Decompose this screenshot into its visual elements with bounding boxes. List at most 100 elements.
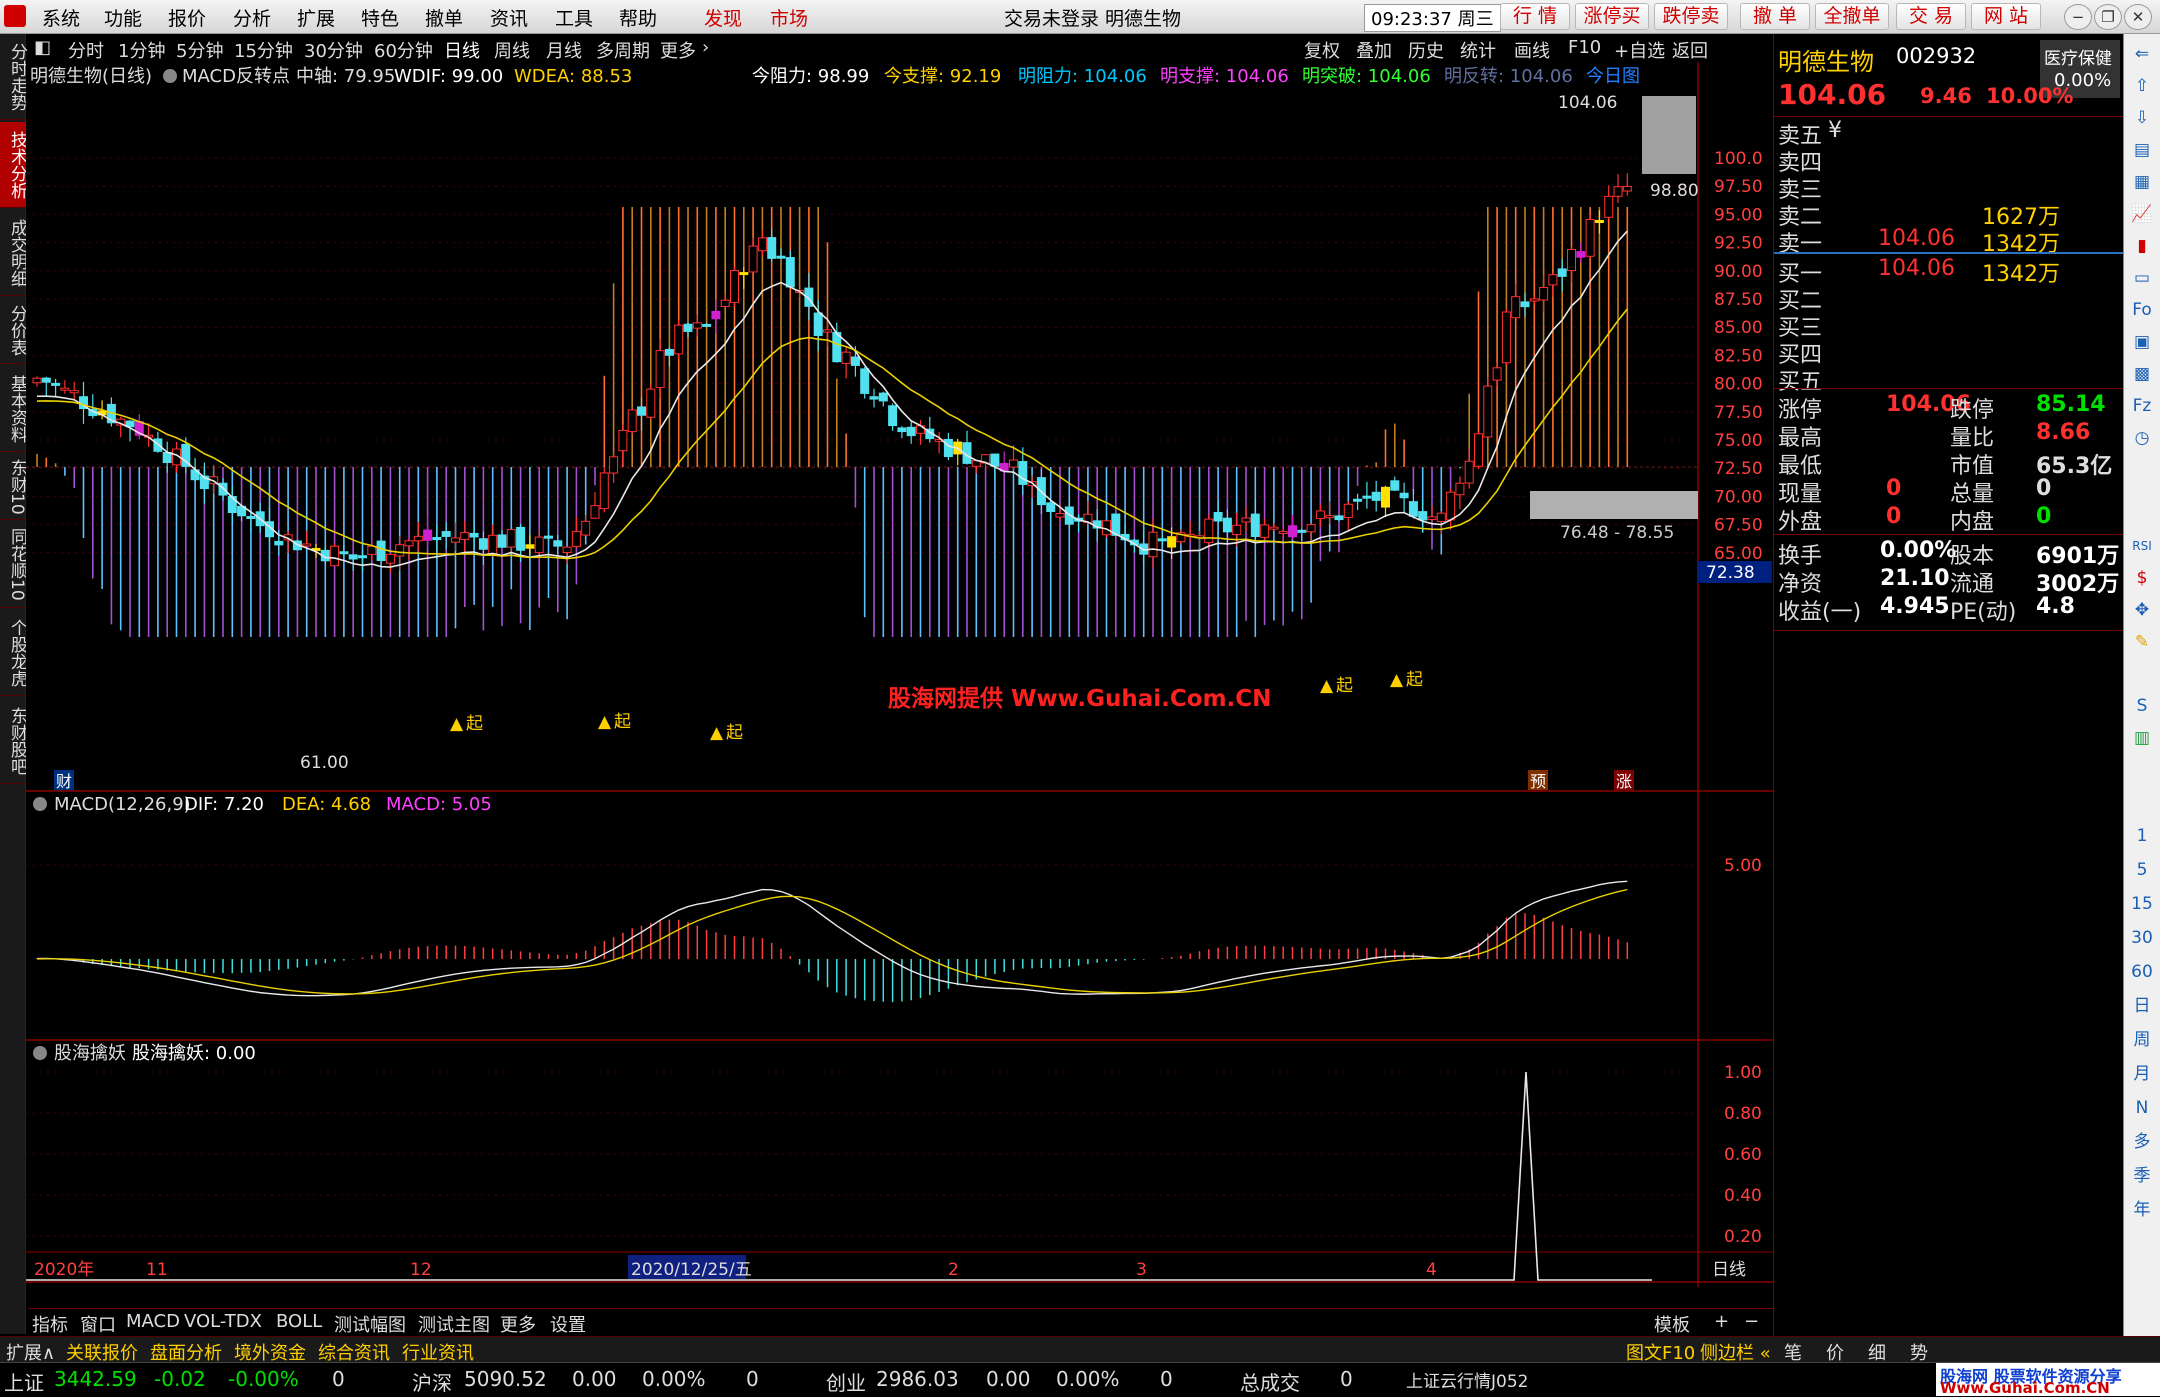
tool-indicator[interactable]: 指标 [32,1311,68,1337]
period-daily[interactable]: 日线 [444,37,480,63]
arrow-down-icon[interactable]: ⇩ [2130,106,2154,130]
tool-vol-tdx[interactable]: VOL-TDX [184,1311,262,1332]
quick-cancel-all-button[interactable]: 全撤单 [1815,3,1889,30]
arrow-left-icon[interactable]: ⇐ [2130,42,2154,66]
minimize-icon[interactable]: − [2064,4,2092,30]
tool-minus[interactable]: − [1744,1311,1759,1332]
menu-discover[interactable]: 发现 [704,4,742,31]
chevron-right-icon[interactable]: › [702,37,709,58]
quick-quote-button[interactable]: 行 情 [1500,3,1570,30]
quick-limit-down-sell-button[interactable]: 跌停卖 [1654,3,1728,30]
tool-more[interactable]: 更多 [500,1311,536,1337]
close-icon[interactable]: ✕ [2124,4,2152,30]
toggle-icon[interactable]: ◧ [34,37,51,58]
menu-function[interactable]: 功能 [104,4,142,31]
tool-test-sub[interactable]: 测试幅图 [334,1311,406,1337]
doc-icon[interactable]: ▭ [2130,266,2154,290]
tab-trades[interactable]: 成交明细 [0,210,27,296]
tab-dongcai10[interactable]: 东财10 [0,454,27,520]
tab-price-table[interactable]: 分价表 [0,298,27,364]
period-shortcut[interactable]: 月 [2130,1062,2154,1086]
menu-analysis[interactable]: 分析 [233,4,271,31]
restore-icon[interactable]: ❐ [2094,4,2122,30]
menu-help[interactable]: 帮助 [619,4,657,31]
tool-settings[interactable]: 设置 [550,1311,586,1337]
dollar-icon[interactable]: $ [2130,566,2154,590]
candle-body [1288,525,1297,538]
tab-stock-forum[interactable]: 东财股吧 [0,698,27,784]
tool-add-watchlist[interactable]: +自选 [1614,37,1665,63]
tab-tonghuashun10[interactable]: 同花顺10 [0,522,27,608]
news-icon[interactable]: ▩ [2130,362,2154,386]
menu-market[interactable]: 市场 [770,4,808,31]
grid-icon[interactable]: ▣ [2130,330,2154,354]
period-60min[interactable]: 60分钟 [374,37,433,63]
period-shortcut[interactable]: N [2130,1096,2154,1120]
quick-website-button[interactable]: 网 站 [1971,3,2041,30]
period-shortcut[interactable]: 日 [2130,994,2154,1018]
tab-profile[interactable]: 基本资料 [0,366,27,452]
kline-icon[interactable]: ▮ [2130,234,2154,258]
period-shortcut[interactable]: 60 [2130,960,2154,984]
tool-f10[interactable]: F10 [1568,37,1601,58]
tool-test-main[interactable]: 测试主图 [418,1311,490,1337]
period-multi[interactable]: 多周期 [596,37,650,63]
clock-icon[interactable]: ◷ [2130,426,2154,450]
period-5min[interactable]: 5分钟 [176,37,223,63]
tool-template[interactable]: 模板 [1654,1311,1690,1337]
menu-system[interactable]: 系统 [42,4,80,31]
menu-quote[interactable]: 报价 [168,4,206,31]
tool-draw[interactable]: 画线 [1514,37,1550,63]
arrow-up-icon[interactable]: ⇧ [2130,74,2154,98]
tab-dragon-tiger[interactable]: 个股龙虎 [0,610,27,696]
tool-plus[interactable]: + [1714,1311,1729,1332]
period-more[interactable]: 更多 [660,37,696,63]
rsi-icon[interactable]: RSI [2130,534,2154,558]
chart-box-icon[interactable]: ▥ [2130,726,2154,750]
tool-window[interactable]: 窗口 [80,1311,116,1337]
period-fenshi[interactable]: 分时 [68,37,104,63]
period-shortcut[interactable]: 周 [2130,1028,2154,1052]
tool-back[interactable]: 返回 [1672,37,1708,63]
tool-history[interactable]: 历史 [1408,37,1444,63]
period-shortcut[interactable]: 15 [2130,892,2154,916]
period-shortcut[interactable]: 5 [2130,858,2154,882]
quick-cancel-button[interactable]: 撤 单 [1740,3,1810,30]
tab-technical[interactable]: 技术分析 [0,122,27,208]
table-icon[interactable]: ▦ [2130,170,2154,194]
menu-extend[interactable]: 扩展 [297,4,335,31]
period-monthly[interactable]: 月线 [546,37,582,63]
line-chart-icon[interactable]: 📈 [2130,202,2154,226]
tool-stats[interactable]: 统计 [1460,37,1496,63]
menu-cancel-order[interactable]: 撤单 [425,4,463,31]
move-icon[interactable]: ✥ [2130,598,2154,622]
quick-trade-button[interactable]: 交 易 [1896,3,1966,30]
quick-limit-up-buy-button[interactable]: 涨停买 [1575,3,1649,30]
tool-fuquan[interactable]: 复权 [1304,37,1340,63]
tool-boll[interactable]: BOLL [276,1311,322,1332]
quote-list-icon[interactable]: ▤ [2130,138,2154,162]
tab-intraday[interactable]: 分时走势 [0,34,27,120]
menu-tools[interactable]: 工具 [555,4,593,31]
s-icon[interactable]: S [2130,694,2154,718]
candle-body [869,396,879,400]
period-shortcut[interactable]: 多 [2130,1130,2154,1154]
tool-overlay[interactable]: 叠加 [1356,37,1392,63]
tool-macd[interactable]: MACD [126,1311,180,1332]
period-1min[interactable]: 1分钟 [118,37,165,63]
period-shortcut[interactable]: 30 [2130,926,2154,950]
chart-area[interactable]: 明德生物(日线) MACD反转点 中轴: 79.95 WDIF: 99.00 W… [26,62,1773,1287]
period-shortcut[interactable]: 季 [2130,1164,2154,1188]
period-15min[interactable]: 15分钟 [234,37,293,63]
pencil-icon[interactable]: ✎ [2130,630,2154,654]
menu-news[interactable]: 资讯 [490,4,528,31]
period-weekly[interactable]: 周线 [494,37,530,63]
yao-value: 股海擒妖: 0.00 [132,1043,256,1064]
f10-icon[interactable]: Fo [2130,298,2154,322]
left-tabs: 分时走势 技术分析 成交明细 分价表 基本资料 东财10 同花顺10 个股龙虎 … [0,34,27,1334]
menu-feature[interactable]: 特色 [361,4,399,31]
period-shortcut[interactable]: 年 [2130,1198,2154,1222]
period-shortcut[interactable]: 1 [2130,824,2154,848]
period-30min[interactable]: 30分钟 [304,37,363,63]
fz-icon[interactable]: Fz [2130,394,2154,418]
